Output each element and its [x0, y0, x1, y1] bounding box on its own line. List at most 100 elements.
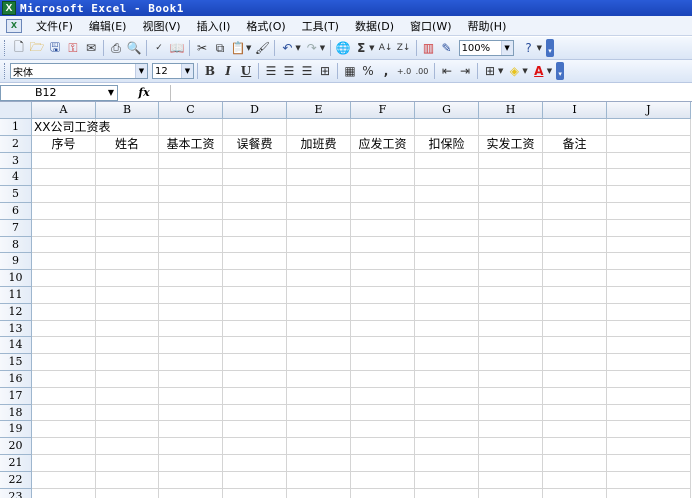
column-header-c[interactable]: C: [159, 102, 223, 119]
cell-j8[interactable]: [607, 236, 691, 254]
cell-h12[interactable]: [479, 303, 543, 321]
cell-b1[interactable]: [96, 119, 159, 136]
cell-j22[interactable]: [607, 471, 691, 489]
row-header-1[interactable]: 1: [0, 119, 32, 136]
cell-d12[interactable]: [223, 303, 287, 321]
menu-window[interactable]: 窗口(W): [402, 17, 459, 35]
cell-a16[interactable]: [32, 370, 96, 388]
cell-h2[interactable]: 实发工资: [479, 135, 543, 153]
cell-e7[interactable]: [287, 219, 351, 237]
cell-e21[interactable]: [287, 454, 351, 472]
cell-e6[interactable]: [287, 202, 351, 220]
menu-tools[interactable]: 工具(T): [294, 17, 347, 35]
cell-b22[interactable]: [96, 471, 159, 489]
row-header-9[interactable]: 9: [0, 253, 32, 271]
spelling-icon[interactable]: ✓: [150, 39, 168, 57]
cell-f14[interactable]: [351, 337, 415, 355]
cell-h10[interactable]: [479, 270, 543, 287]
cell-f22[interactable]: [351, 471, 415, 489]
column-header-h[interactable]: H: [479, 102, 543, 119]
cell-e13[interactable]: [287, 320, 351, 338]
undo-icon[interactable]: ↶: [278, 39, 296, 57]
cell-g2[interactable]: 扣保险: [415, 135, 479, 153]
cell-a19[interactable]: [32, 421, 96, 439]
cell-d11[interactable]: [223, 286, 287, 304]
column-header-i[interactable]: I: [543, 102, 607, 119]
row-header-15[interactable]: 15: [0, 354, 32, 371]
row-header-16[interactable]: 16: [0, 370, 32, 388]
cell-g5[interactable]: [415, 186, 479, 203]
cell-b7[interactable]: [96, 219, 159, 237]
cell-i22[interactable]: [543, 471, 607, 489]
row-header-12[interactable]: 12: [0, 303, 32, 321]
cell-h17[interactable]: [479, 387, 543, 405]
copy-icon[interactable]: ⧉: [211, 39, 229, 57]
column-header-d[interactable]: D: [223, 102, 287, 119]
cell-h4[interactable]: [479, 169, 543, 187]
align-right-icon[interactable]: ☰: [298, 62, 316, 80]
row-header-11[interactable]: 11: [0, 286, 32, 304]
cell-c6[interactable]: [159, 202, 223, 220]
cell-b3[interactable]: [96, 152, 159, 170]
cell-g21[interactable]: [415, 454, 479, 472]
row-header-8[interactable]: 8: [0, 236, 32, 254]
row-header-22[interactable]: 22: [0, 471, 32, 489]
cell-f12[interactable]: [351, 303, 415, 321]
cell-c3[interactable]: [159, 152, 223, 170]
cell-a5[interactable]: [32, 186, 96, 203]
email-icon[interactable]: ✉: [82, 39, 100, 57]
cell-f1[interactable]: [351, 119, 415, 136]
cell-j1[interactable]: [607, 119, 691, 136]
increase-decimal-icon[interactable]: +.0: [395, 62, 413, 80]
font-size-select[interactable]: 12 ▼: [152, 63, 194, 79]
select-all-button[interactable]: [0, 102, 32, 119]
cell-a1[interactable]: XX公司工资表: [32, 119, 110, 136]
cell-g19[interactable]: [415, 421, 479, 439]
row-header-4[interactable]: 4: [0, 169, 32, 187]
cell-a3[interactable]: [32, 152, 96, 170]
row-header-13[interactable]: 13: [0, 320, 32, 338]
cell-g8[interactable]: [415, 236, 479, 254]
cell-e12[interactable]: [287, 303, 351, 321]
row-header-21[interactable]: 21: [0, 454, 32, 472]
menu-file[interactable]: 文件(F): [28, 17, 81, 35]
cell-a8[interactable]: [32, 236, 96, 254]
cell-d15[interactable]: [223, 354, 287, 371]
cell-g10[interactable]: [415, 270, 479, 287]
cell-e10[interactable]: [287, 270, 351, 287]
cell-j3[interactable]: [607, 152, 691, 170]
cell-h5[interactable]: [479, 186, 543, 203]
cell-c17[interactable]: [159, 387, 223, 405]
borders-icon[interactable]: ⊞: [481, 62, 499, 80]
row-header-19[interactable]: 19: [0, 421, 32, 439]
chevron-down-icon[interactable]: ▼: [181, 64, 193, 78]
cell-b21[interactable]: [96, 454, 159, 472]
insert-function-icon[interactable]: fx: [118, 86, 170, 99]
help-icon[interactable]: ?: [520, 39, 538, 57]
column-header-a[interactable]: A: [32, 102, 96, 119]
cell-f15[interactable]: [351, 354, 415, 371]
cell-j19[interactable]: [607, 421, 691, 439]
cell-j7[interactable]: [607, 219, 691, 237]
cell-i11[interactable]: [543, 286, 607, 304]
cell-c21[interactable]: [159, 454, 223, 472]
cell-f18[interactable]: [351, 404, 415, 422]
cell-i13[interactable]: [543, 320, 607, 338]
cell-f10[interactable]: [351, 270, 415, 287]
cell-f6[interactable]: [351, 202, 415, 220]
cell-i21[interactable]: [543, 454, 607, 472]
cell-h6[interactable]: [479, 202, 543, 220]
cell-f23[interactable]: [351, 488, 415, 498]
cell-c20[interactable]: [159, 438, 223, 455]
cell-c1[interactable]: [159, 119, 223, 136]
cell-f4[interactable]: [351, 169, 415, 187]
cell-j10[interactable]: [607, 270, 691, 287]
research-icon[interactable]: 📖: [168, 39, 186, 57]
cell-e18[interactable]: [287, 404, 351, 422]
cell-i23[interactable]: [543, 488, 607, 498]
cell-b6[interactable]: [96, 202, 159, 220]
cell-b12[interactable]: [96, 303, 159, 321]
redo-icon[interactable]: ↷: [303, 39, 321, 57]
cell-d2[interactable]: 误餐费: [223, 135, 287, 153]
cell-f5[interactable]: [351, 186, 415, 203]
